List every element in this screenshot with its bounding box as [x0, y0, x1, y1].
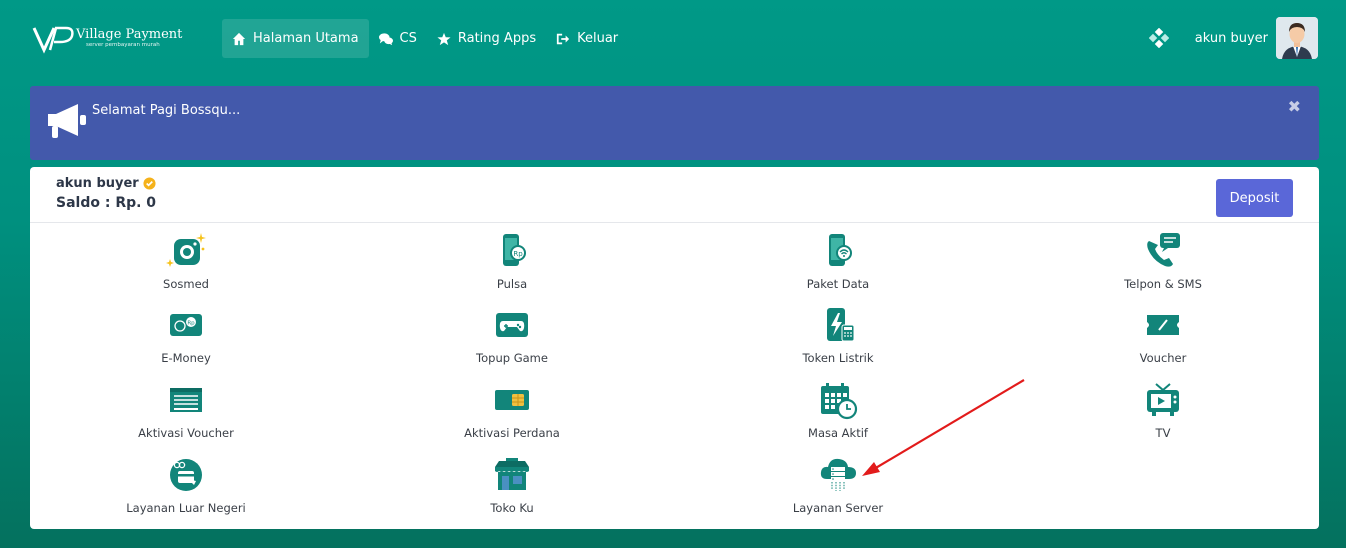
- tv-icon: [1147, 383, 1179, 416]
- camera-icon: [166, 233, 206, 267]
- nav-label: Halaman Utama: [253, 31, 359, 46]
- phone-rp-icon: Rp: [503, 234, 526, 266]
- nav-rating-apps[interactable]: Rating Apps: [427, 19, 546, 58]
- star-icon: [437, 32, 451, 45]
- nav-label: Keluar: [577, 31, 619, 46]
- menu-label: Telpon & SMS: [1124, 277, 1202, 291]
- menu-item-tv[interactable]: TV: [1063, 380, 1263, 440]
- phone-chat-icon: [1147, 233, 1180, 267]
- deposit-button[interactable]: Deposit: [1216, 179, 1293, 217]
- menu-label: Token Listrik: [802, 351, 874, 365]
- account-name: akun buyer: [56, 176, 156, 191]
- nav-halaman-utama[interactable]: Halaman Utama: [222, 19, 369, 58]
- annotation-arrow-icon: [862, 379, 1025, 476]
- phone-wifi-icon: [829, 234, 852, 266]
- menu-item-e-money[interactable]: Rp E-Money: [86, 305, 286, 365]
- brand-name: Village Payment: [76, 26, 183, 42]
- nav-label: Rating Apps: [457, 31, 537, 46]
- svg-text:Rp: Rp: [187, 321, 195, 327]
- voucher-card-icon: [170, 388, 202, 412]
- menu-label: TV: [1155, 426, 1171, 440]
- menu-item-toko-ku[interactable]: Toko Ku: [412, 455, 612, 515]
- header-username[interactable]: akun buyer: [1195, 31, 1268, 46]
- menu-item-topup-game[interactable]: Topup Game: [412, 305, 612, 365]
- verified-badge-icon: [143, 177, 156, 190]
- menu-label: Paket Data: [806, 277, 870, 291]
- navbar: Village Payment server pembayaran murah …: [0, 0, 1346, 78]
- menu-item-pulsa[interactable]: Rp Pulsa: [412, 231, 612, 291]
- megaphone-icon: [48, 104, 86, 138]
- close-icon[interactable]: ✖: [1288, 97, 1301, 116]
- menu-item-telpon-sms[interactable]: Telpon & SMS: [1063, 231, 1263, 291]
- emoney-icon: Rp: [170, 314, 202, 336]
- nav-label: CS: [399, 31, 417, 46]
- menu-label: Voucher: [1139, 351, 1187, 365]
- store-icon: [495, 458, 529, 490]
- menu-item-voucher[interactable]: Voucher: [1063, 305, 1263, 365]
- menu-label: Layanan Server: [792, 501, 884, 515]
- brand-logo[interactable]: Village Payment server pembayaran murah: [32, 22, 182, 54]
- menu-label: E-Money: [161, 351, 211, 365]
- globe-icon: [170, 459, 202, 491]
- main-card: akun buyer Saldo : Rp. 0 Deposit Sosmed: [30, 167, 1319, 529]
- brand-tagline: server pembayaran murah: [86, 41, 160, 48]
- menu-item-aktivasi-perdana[interactable]: Aktivasi Perdana: [412, 380, 612, 440]
- chat-icon: [378, 32, 393, 45]
- account-name-text: akun buyer: [56, 176, 139, 191]
- menu-item-aktivasi-voucher[interactable]: Aktivasi Voucher: [86, 380, 286, 440]
- ticket-icon: [1147, 315, 1179, 335]
- main-nav: Halaman Utama CS Rating Apps Keluar: [222, 19, 628, 58]
- menu-item-layanan-luar-negeri[interactable]: Layanan Luar Negeri: [86, 455, 286, 515]
- svg-text:Rp: Rp: [513, 250, 523, 258]
- vp-logo-icon: [32, 26, 74, 54]
- simcard-icon: [495, 390, 529, 410]
- announcement-alert: Selamat Pagi Bossqu... ✖: [30, 86, 1319, 160]
- nav-keluar[interactable]: Keluar: [546, 19, 628, 58]
- menu-label: Aktivasi Voucher: [138, 426, 234, 440]
- diamond-grid-icon[interactable]: [1148, 28, 1169, 48]
- lightning-icon: [827, 308, 855, 342]
- menu-label: Toko Ku: [490, 501, 534, 515]
- menu-item-paket-data[interactable]: Paket Data: [738, 231, 938, 291]
- account-header: akun buyer Saldo : Rp. 0 Deposit: [30, 167, 1319, 223]
- logout-icon: [556, 33, 570, 44]
- menu-label: Pulsa: [496, 277, 528, 291]
- gamepad-icon: [496, 313, 528, 337]
- avatar[interactable]: [1276, 17, 1318, 59]
- menu-label: Sosmed: [163, 277, 209, 291]
- menu-label: Aktivasi Perdana: [464, 426, 560, 440]
- menu-item-sosmed[interactable]: Sosmed: [86, 231, 286, 291]
- nav-cs[interactable]: CS: [369, 19, 427, 58]
- menu-label: Layanan Luar Negeri: [126, 501, 246, 515]
- balance-text: Saldo : Rp. 0: [56, 195, 157, 211]
- alert-message: Selamat Pagi Bossqu...: [92, 103, 241, 118]
- home-icon: [232, 32, 246, 45]
- menu-item-token-listrik[interactable]: Token Listrik: [738, 305, 938, 365]
- menu-label: Topup Game: [476, 351, 548, 365]
- user-avatar-icon: [1276, 17, 1318, 59]
